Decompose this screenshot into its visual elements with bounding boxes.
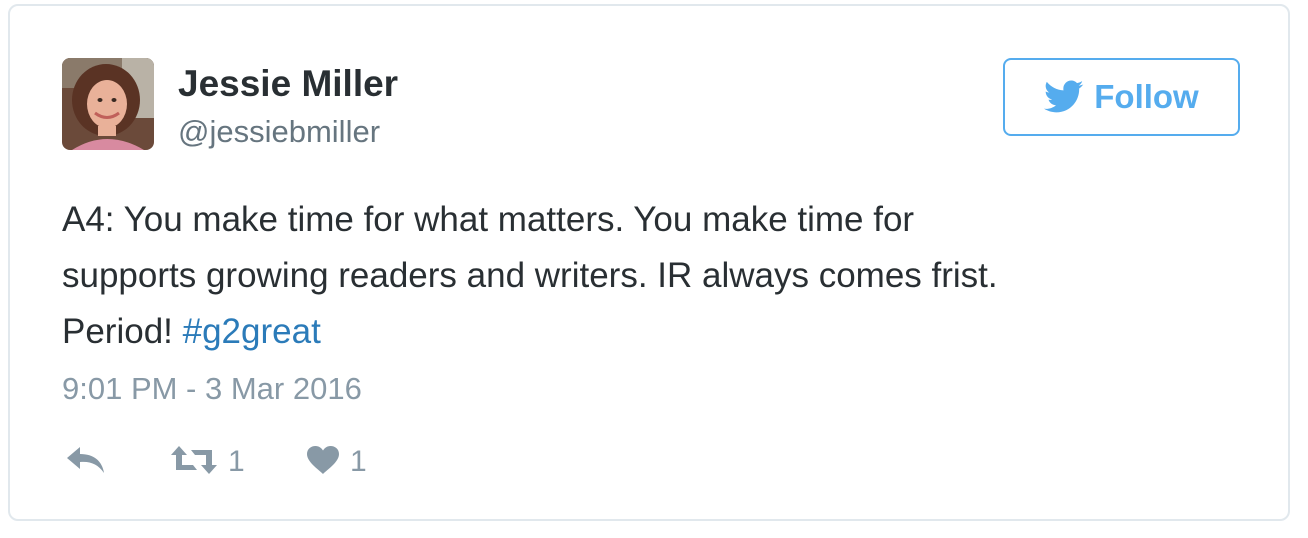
reply-button[interactable]: [66, 442, 106, 482]
avatar[interactable]: [62, 58, 154, 150]
follow-label: Follow: [1094, 78, 1199, 115]
tweet-text-line: A4: You make time for what matters. You …: [62, 200, 915, 239]
like-button[interactable]: 1: [306, 442, 367, 482]
follow-button[interactable]: Follow: [1003, 58, 1240, 136]
heart-icon: [306, 445, 340, 480]
retweet-icon: [170, 444, 218, 481]
tweet-text-line: Period! #g2great: [62, 304, 1242, 360]
tweet-text-line: supports growing readers and writers. IR…: [62, 256, 998, 295]
tweet-text: A4: You make time for what matters. You …: [62, 192, 1242, 360]
retweet-count: 1: [228, 445, 245, 478]
retweet-button[interactable]: 1: [170, 442, 245, 482]
twitter-bird-icon: [1044, 80, 1084, 114]
hashtag-link[interactable]: #g2great: [183, 312, 321, 351]
author-name[interactable]: Jessie Miller: [178, 62, 398, 106]
reply-icon: [66, 445, 106, 480]
like-count: 1: [350, 445, 367, 478]
tweet-text-fragment: Period!: [62, 312, 183, 351]
tweet-card: Jessie Miller @jessiebmiller Follow A4: …: [8, 4, 1290, 521]
tweet-timestamp[interactable]: 9:01 PM - 3 Mar 2016: [62, 369, 362, 409]
author-handle[interactable]: @jessiebmiller: [178, 112, 380, 152]
avatar-photo: [62, 58, 154, 150]
